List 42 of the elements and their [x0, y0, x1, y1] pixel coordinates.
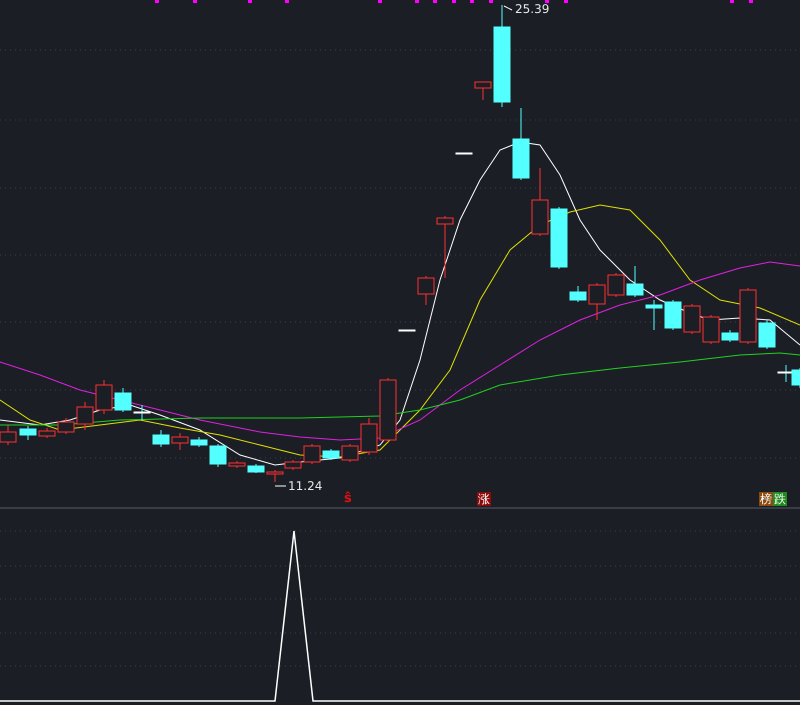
candlestick [398, 330, 416, 332]
candlestick [58, 418, 74, 434]
candlestick [474, 82, 492, 100]
candlestick [284, 460, 302, 470]
candlestick [96, 380, 112, 414]
candlestick [228, 460, 246, 468]
low-price-label: 11.24 [288, 479, 322, 493]
signal-mark: ŝ [344, 491, 352, 507]
candlestick [210, 444, 226, 468]
candlestick [360, 418, 378, 456]
candlestick [304, 444, 320, 464]
signal-badge: 涨 [477, 492, 491, 506]
candlestick [646, 300, 662, 330]
candlestick [570, 286, 586, 302]
candlestick [114, 388, 132, 412]
candlestick [436, 216, 454, 278]
signal-badge: 跌 [773, 492, 787, 506]
candlestick [380, 378, 396, 442]
candlestick [322, 448, 340, 460]
candlestick [664, 300, 682, 330]
candlestick [38, 428, 56, 438]
candlestick [172, 432, 188, 450]
candlestick [684, 304, 700, 334]
candlestick [266, 470, 284, 482]
candlestick [608, 272, 624, 298]
candlestick [456, 152, 472, 154]
candlestick [626, 266, 644, 298]
candlestick [550, 206, 568, 270]
candlestick [248, 464, 264, 474]
candlestick [342, 444, 358, 462]
candlestick [134, 404, 150, 420]
high-price-label: 25.39 [515, 2, 550, 16]
candlestick [702, 314, 720, 344]
candlestick [20, 426, 36, 440]
candlestick [418, 276, 434, 306]
candlestick [190, 436, 208, 448]
candlestick [588, 282, 606, 320]
candlestick [152, 430, 170, 448]
candlestick [758, 320, 776, 350]
candlestick [532, 168, 548, 236]
candlestick [76, 402, 94, 430]
signal-badge: 榜 [759, 492, 773, 506]
